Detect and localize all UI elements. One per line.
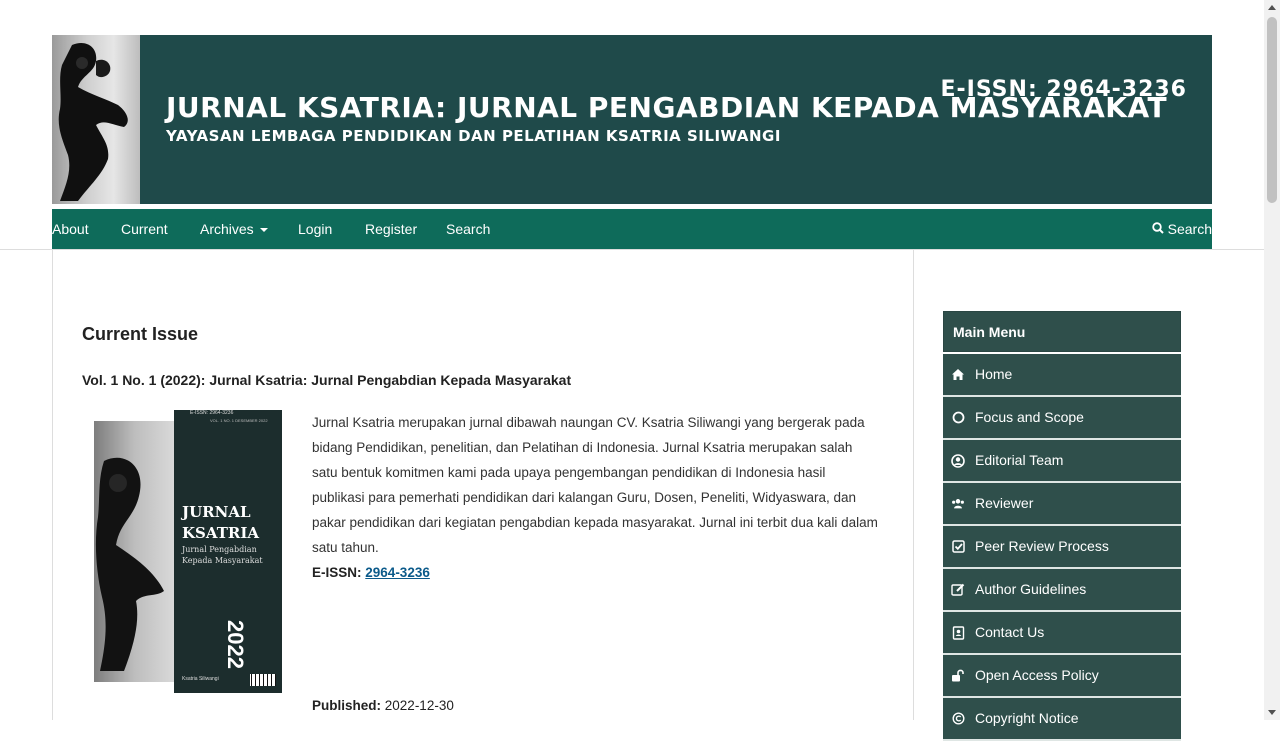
primary-navigation: About Current Archives Login Register Se…: [52, 209, 1212, 249]
sidebar-item-label: Reviewer: [975, 495, 1034, 511]
scroll-down-arrow-icon[interactable]: [1268, 710, 1276, 715]
cover-wayang-art: [94, 421, 174, 682]
edit-icon: [951, 583, 965, 597]
sidebar-item-label: Home: [975, 366, 1013, 382]
published-date: 2022-12-30: [384, 698, 454, 713]
page-scrollbar[interactable]: [1264, 0, 1280, 720]
journal-title: JURNAL KSATRIA: JURNAL PENGABDIAN KEPADA…: [166, 91, 1168, 124]
issue-cover-image[interactable]: E-ISSN: 2964-3236 VOL. 1 NO. 1 DESEMBER …: [94, 410, 282, 693]
cover-title: JURNAL KSATRIA: [182, 502, 259, 544]
cover-subtitle-line: Jurnal Pengabdian: [182, 545, 257, 554]
issue-title-link[interactable]: Vol. 1 No. 1 (2022): Jurnal Ksatria: Jur…: [82, 372, 571, 388]
contact-book-icon: [951, 625, 965, 640]
cover-subtitle: Jurnal Pengabdian Kepada Masyarakat: [182, 544, 263, 566]
sidebar-item-label: Editorial Team: [975, 452, 1064, 468]
check-square-icon: [951, 540, 965, 554]
cover-title-line: JURNAL: [182, 503, 251, 521]
chevron-down-icon: [259, 228, 268, 233]
main-menu-heading: Main Menu: [943, 311, 1181, 352]
search-toggle-label: Search: [1167, 221, 1212, 237]
sidebar-main-menu: Main Menu Home Focus and Scope Editorial…: [943, 311, 1181, 741]
sidebar-item-label: Focus and Scope: [975, 409, 1084, 425]
unlock-icon: [951, 669, 965, 683]
cover-panel: E-ISSN: 2964-3236 VOL. 1 NO. 1 DESEMBER …: [174, 410, 282, 693]
header-banner: E-ISSN: 2964-3236 JURNAL KSATRIA: JURNAL…: [52, 35, 1212, 204]
issn-info: E-ISSN: 2964-3236: [312, 560, 430, 585]
page-title: Current Issue: [82, 324, 199, 344]
home-icon: [951, 368, 965, 382]
sidebar-item-label: Peer Review Process: [975, 538, 1109, 554]
sidebar-item-peer-review[interactable]: Peer Review Process: [943, 526, 1181, 569]
nav-archives-label: Archives: [200, 221, 254, 237]
sidebar-item-label: Contact Us: [975, 624, 1045, 640]
cover-volume: VOL. 1 NO. 1 DESEMBER 2022: [210, 418, 268, 423]
users-icon: [951, 497, 965, 511]
sidebar-item-label: Open Access Policy: [975, 667, 1099, 683]
cover-year: 2022: [223, 620, 248, 669]
cover-title-line: KSATRIA: [182, 524, 259, 542]
barcode-icon: [250, 674, 276, 686]
circle-icon: [951, 411, 965, 425]
sidebar-item-home[interactable]: Home: [943, 354, 1181, 397]
search-icon: [1151, 209, 1164, 249]
sidebar-item-contact-us[interactable]: Contact Us: [943, 612, 1181, 655]
sidebar-item-label: Author Guidelines: [975, 581, 1087, 597]
cover-issn: E-ISSN: 2964-3236: [190, 410, 234, 416]
wayang-logo-image: [52, 35, 140, 204]
copyright-icon: [951, 712, 965, 726]
wayang-silhouette-icon: [58, 42, 128, 201]
nav-about[interactable]: About: [52, 209, 89, 249]
nav-current[interactable]: Current: [121, 209, 168, 249]
issn-link[interactable]: 2964-3236: [365, 565, 430, 580]
sidebar-item-open-access[interactable]: Open Access Policy: [943, 655, 1181, 698]
scrollbar-thumb[interactable]: [1267, 17, 1277, 203]
nav-search[interactable]: Search: [446, 209, 490, 249]
published-label: Published:: [312, 698, 382, 713]
nav-archives[interactable]: Archives: [200, 209, 268, 249]
nav-register[interactable]: Register: [365, 209, 417, 249]
cover-subtitle-line: Kepada Masyarakat: [182, 556, 263, 565]
sidebar-item-label: Copyright Notice: [975, 710, 1079, 726]
scroll-up-arrow-icon[interactable]: [1268, 5, 1276, 10]
wayang-silhouette-icon: [95, 457, 164, 671]
sidebar-item-reviewer[interactable]: Reviewer: [943, 483, 1181, 526]
sidebar-item-author-guidelines[interactable]: Author Guidelines: [943, 569, 1181, 612]
issn-label: E-ISSN:: [312, 565, 362, 580]
sidebar-item-focus-scope[interactable]: Focus and Scope: [943, 397, 1181, 440]
journal-subtitle: YAYASAN LEMBAGA PENDIDIKAN DAN PELATIHAN…: [166, 127, 781, 145]
user-circle-icon: [951, 453, 965, 468]
sidebar-item-editorial-team[interactable]: Editorial Team: [943, 440, 1181, 483]
cover-publisher: Ksatria Siliwangi: [182, 676, 219, 682]
issue-description: Jurnal Ksatria merupakan jurnal dibawah …: [312, 415, 878, 555]
search-toggle-button[interactable]: Search: [1151, 209, 1212, 249]
nav-login[interactable]: Login: [298, 209, 332, 249]
published-info: Published: 2022-12-30: [312, 693, 454, 718]
